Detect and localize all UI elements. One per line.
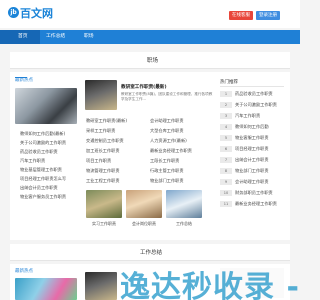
online-service-button[interactable]: 在线客服 xyxy=(229,11,253,20)
nav-item-workplace[interactable]: 职场 xyxy=(80,30,104,44)
featured-image-left[interactable] xyxy=(15,278,77,300)
nav-item-work-summary[interactable]: 工作总结 xyxy=(42,30,76,44)
list-item-label[interactable]: 关于公司激励工作职责 xyxy=(235,102,277,108)
rank-badge: 9 xyxy=(220,179,232,185)
list-item[interactable]: 人力资源工作(最新) xyxy=(150,138,187,144)
site-logo[interactable]: 百文网 xyxy=(20,5,53,21)
list-item[interactable]: 物流管理工作职责 xyxy=(86,168,120,174)
rank-badge: 1 xyxy=(220,91,232,97)
main-nav: 首页 工作总结 职场 xyxy=(0,30,300,44)
rank-badge: 5 xyxy=(220,135,232,141)
divider xyxy=(10,68,290,69)
list-item[interactable]: 加工班长工作职责 xyxy=(86,148,120,154)
list-item-label[interactable]: 出纳会计工作职责 xyxy=(235,157,269,163)
list-item-label[interactable]: 物业客服工作职责 xyxy=(235,135,269,141)
rank-badge: 10 xyxy=(220,190,232,196)
list-item[interactable]: 出纳会计员工作职责 xyxy=(20,185,58,191)
featured-image-left[interactable] xyxy=(15,88,77,124)
feature-image[interactable] xyxy=(85,272,117,300)
list-item[interactable]: 工业工程工作职责 xyxy=(86,178,120,184)
list-item-label[interactable]: 项目经理工作职责 xyxy=(235,146,269,152)
list-item[interactable]: 行政主管工作职责 xyxy=(150,168,184,174)
list-item[interactable]: 4 教师如何工作后勤 xyxy=(220,123,284,131)
list-item[interactable]: 大型仓库工作职责 xyxy=(150,128,184,134)
nav-item-home[interactable]: 首页 xyxy=(0,30,40,44)
list-item[interactable]: 6 项目经理工作职责 xyxy=(220,145,284,153)
list-item[interactable]: 物业客户服务员工作职责 xyxy=(20,194,66,200)
rank-badge: 6 xyxy=(220,146,232,152)
list-item[interactable]: 最新业务经理工作职责 xyxy=(150,148,192,154)
list-item[interactable]: 教研室工作职责(最新) xyxy=(86,118,127,124)
list-item-label[interactable]: 财务部职员工作职责 xyxy=(235,190,273,196)
list-item[interactable]: 会计助理工作职责 xyxy=(150,118,184,124)
list-item[interactable]: 7 出纳会计工作职责 xyxy=(220,156,284,164)
feature-title[interactable]: 教研室工作职责(最新) xyxy=(121,84,167,90)
list-item[interactable]: 9 会计助理工作职责 xyxy=(220,178,284,186)
thumbnail-image[interactable] xyxy=(126,190,162,218)
list-item[interactable]: 关于公司激励的工作职责 xyxy=(20,140,66,146)
list-item[interactable]: 物业部门工作职责 xyxy=(150,178,184,184)
feature-image[interactable] xyxy=(85,80,117,110)
page: jb 百文网 在线客服 登录注册 首页 工作总结 职场 职场 最新热点 教师如何… xyxy=(0,0,300,300)
list-item[interactable]: 教师如何工作后勤(最新) xyxy=(20,131,65,137)
thumbnail-image[interactable] xyxy=(166,190,202,218)
feature-description: 教研室工作职责(8篇)，团队建设工作和管理，推行各项教学及学生工作... xyxy=(121,92,213,101)
rank-badge: 11 xyxy=(220,201,232,207)
list-item[interactable]: 5 物业客服工作职责 xyxy=(220,134,284,142)
divider xyxy=(220,86,284,87)
divider xyxy=(10,260,290,261)
watermark-text: 逸达秒收录 - 村 xyxy=(120,270,300,300)
list-item-label[interactable]: 汽车工作职责 xyxy=(235,113,260,119)
list-item-label[interactable]: 最新业务经理工作职责 xyxy=(235,201,277,207)
list-item[interactable]: 药品验收员工作职责 xyxy=(20,149,58,155)
list-item[interactable]: 物业基层管理工作职责 xyxy=(20,167,62,173)
thumbnail-image[interactable] xyxy=(86,190,122,218)
rank-badge: 3 xyxy=(220,113,232,119)
list-item[interactable]: 1 药品验收员工作职责 xyxy=(220,90,284,98)
list-item[interactable]: 汽车工作职责 xyxy=(20,158,45,164)
rank-badge: 2 xyxy=(220,102,232,108)
thumbnail-caption[interactable]: 会计岗位职责 xyxy=(126,221,162,227)
list-item[interactable]: 采样工工作职责 xyxy=(86,128,115,134)
list-item[interactable]: 11 最新业务经理工作职责 xyxy=(220,200,284,208)
login-register-button[interactable]: 登录注册 xyxy=(256,11,280,20)
list-item-label[interactable]: 物业部门工作职责 xyxy=(235,168,269,174)
list-item[interactable]: 2 关于公司激励工作职责 xyxy=(220,101,284,109)
list-item[interactable]: 项目工作职责 xyxy=(86,158,111,164)
logo-badge[interactable]: jb xyxy=(8,7,19,18)
latest-hot-tag: 最新热点 xyxy=(15,78,33,83)
list-item[interactable]: 8 物业部门工作职责 xyxy=(220,167,284,175)
rank-badge: 7 xyxy=(220,157,232,163)
thumbnail-caption[interactable]: 实习工作职责 xyxy=(86,221,122,227)
section-title: 工作总结 xyxy=(140,250,163,256)
list-item[interactable]: 交通控制员工作职责 xyxy=(86,138,124,144)
latest-hot-tag: 最新热点 xyxy=(15,269,33,274)
list-item[interactable]: 3 汽车工作职责 xyxy=(220,112,284,120)
thumbnail-caption[interactable]: 工作总结 xyxy=(166,221,202,227)
rank-badge: 4 xyxy=(220,124,232,130)
section-title: 职场 xyxy=(147,58,159,64)
list-item[interactable]: 工段长工作职责 xyxy=(150,158,179,164)
hot-recommend-tag: 热门推荐 xyxy=(220,80,238,85)
list-item-label[interactable]: 药品验收员工作职责 xyxy=(235,91,273,97)
list-item-label[interactable]: 会计助理工作职责 xyxy=(235,179,269,185)
top-bar: jb 百文网 在线客服 登录注册 xyxy=(0,0,300,28)
list-item[interactable]: 项目经理工作职责怎么写 xyxy=(20,176,66,182)
rank-badge: 8 xyxy=(220,168,232,174)
list-item-label[interactable]: 教师如何工作后勤 xyxy=(235,124,269,130)
list-item[interactable]: 10 财务部职员工作职责 xyxy=(220,189,284,197)
